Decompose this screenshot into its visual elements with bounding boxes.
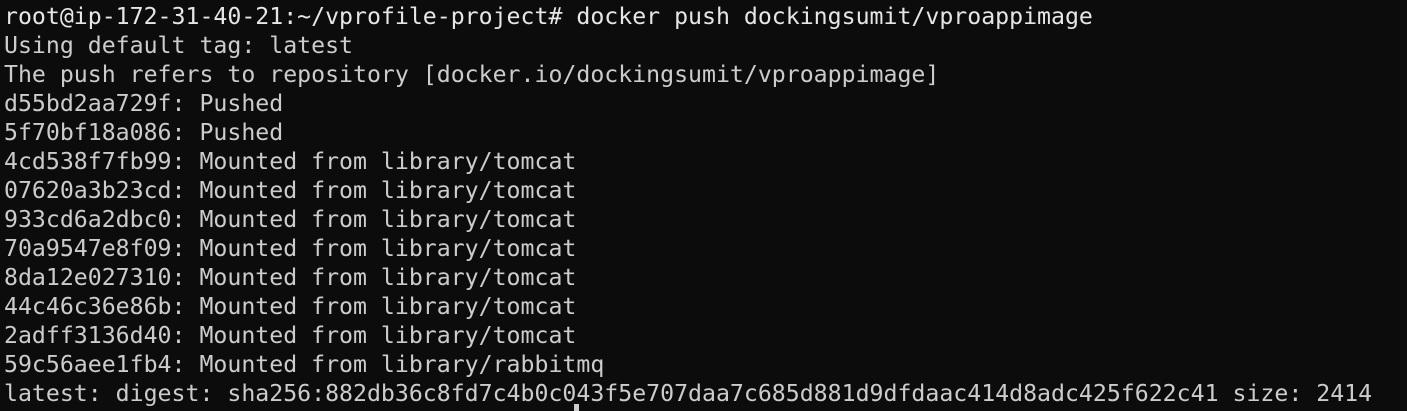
terminal-output-line: 59c56aee1fb4: Mounted from library/rabbi… <box>4 351 605 378</box>
terminal-output-line: 8da12e027310: Mounted from library/tomca… <box>4 264 577 291</box>
terminal-output-line: 5f70bf18a086: Pushed <box>4 119 284 146</box>
terminal-output-line: 70a9547e8f09: Mounted from library/tomca… <box>4 235 577 262</box>
terminal-output-line: 933cd6a2dbc0: Mounted from library/tomca… <box>4 206 577 233</box>
terminal-output-line: 07620a3b23cd: Mounted from library/tomca… <box>4 177 577 204</box>
terminal-window[interactable]: root@ip-172-31-40-21:~/vprofile-project#… <box>0 0 1407 411</box>
terminal-output-line: Using default tag: latest <box>4 32 354 59</box>
terminal-output-line: The push refers to repository [docker.io… <box>4 61 940 88</box>
terminal-output-line: 2adff3136d40: Mounted from library/tomca… <box>4 322 577 349</box>
terminal-command-line: root@ip-172-31-40-21:~/vprofile-project#… <box>4 3 1093 30</box>
terminal-output-line: latest: digest: sha256:882db36c8fd7c4b0c… <box>4 380 1373 407</box>
terminal-cursor <box>574 404 579 411</box>
terminal-output-line: 4cd538f7fb99: Mounted from library/tomca… <box>4 148 577 175</box>
terminal-output-line: d55bd2aa729f: Pushed <box>4 90 284 117</box>
terminal-output-line: 44c46c36e86b: Mounted from library/tomca… <box>4 293 577 320</box>
